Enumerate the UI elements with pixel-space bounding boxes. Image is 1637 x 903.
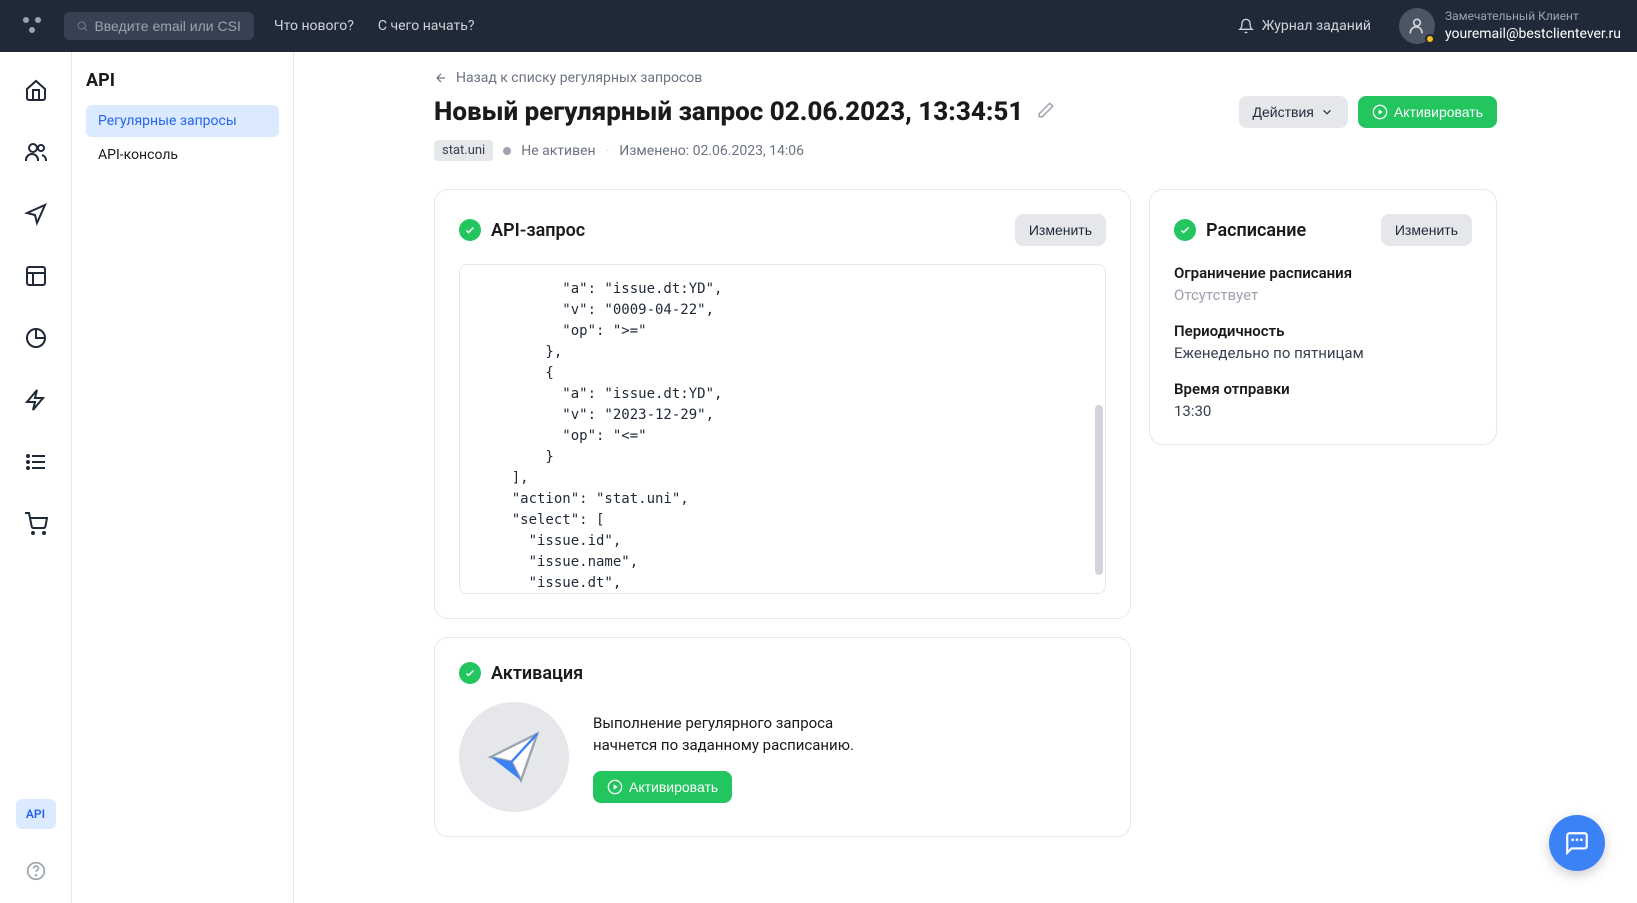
action-tag: stat.uni <box>434 140 493 161</box>
check-icon <box>459 662 481 684</box>
home-icon <box>24 78 48 102</box>
sidebar-title: API <box>86 70 279 91</box>
edit-api-button[interactable]: Изменить <box>1015 214 1106 246</box>
activate-card-label: Активировать <box>629 779 718 795</box>
chat-icon <box>1564 830 1590 856</box>
sidebar-item-regular-requests[interactable]: Регулярные запросы <box>86 105 279 137</box>
sidebar: API Регулярные запросы API-консоль <box>72 52 294 903</box>
search-input[interactable] <box>94 18 242 34</box>
nav-home[interactable] <box>16 70 56 110</box>
check-icon <box>459 219 481 241</box>
top-bar: Что нового? С чего начать? Журнал задани… <box>0 0 1637 52</box>
edit-title-button[interactable] <box>1037 101 1055 123</box>
activation-card-title: Активация <box>491 663 583 684</box>
paper-plane-icon <box>486 729 542 785</box>
schedule-card: Расписание Изменить Ограничение расписан… <box>1149 189 1497 445</box>
nav-layout[interactable] <box>16 256 56 296</box>
user-icon <box>1407 16 1427 36</box>
status-dot <box>503 147 511 155</box>
nav-send[interactable] <box>16 194 56 234</box>
play-circle-icon <box>607 779 623 795</box>
nav-bolt[interactable] <box>16 380 56 420</box>
list-icon <box>24 450 48 474</box>
status-text: Не активен <box>521 143 595 159</box>
schedule-limit-value: Отсутствует <box>1174 286 1472 304</box>
schedule-card-title: Расписание <box>1206 220 1306 241</box>
chevron-down-icon <box>1320 105 1334 119</box>
user-email: youremail@bestclientever.ru <box>1445 25 1621 43</box>
activate-label: Активировать <box>1394 104 1483 120</box>
task-journal-link[interactable]: Журнал заданий <box>1238 18 1371 34</box>
actions-label: Действия <box>1253 104 1314 120</box>
nav-cart[interactable] <box>16 504 56 544</box>
edit-schedule-button[interactable]: Изменить <box>1381 214 1472 246</box>
back-label: Назад к списку регулярных запросов <box>456 70 702 86</box>
pencil-icon <box>1037 101 1055 119</box>
bell-icon <box>1238 18 1254 34</box>
sidebar-item-api-console[interactable]: API-консоль <box>86 139 279 171</box>
modified-text: Изменено: 02.06.2023, 14:06 <box>619 143 804 159</box>
scrollbar[interactable] <box>1095 405 1103 575</box>
schedule-limit-label: Ограничение расписания <box>1174 264 1472 282</box>
check-icon <box>1174 219 1196 241</box>
play-circle-icon <box>1372 104 1388 120</box>
whats-new-link[interactable]: Что нового? <box>274 18 354 34</box>
user-menu[interactable]: Замечательный Клиент youremail@bestclien… <box>1399 8 1621 44</box>
activate-button-top[interactable]: Активировать <box>1358 96 1497 128</box>
code-viewer[interactable]: "a": "issue.dt:YD", "v": "0009-04-22", "… <box>459 264 1106 594</box>
users-icon <box>24 140 48 164</box>
activation-card: Активация Выполнение регулярного запроса… <box>434 637 1131 837</box>
activate-button-card[interactable]: Активировать <box>593 771 732 803</box>
app-logo[interactable] <box>16 10 48 42</box>
search-box[interactable] <box>64 12 254 40</box>
getting-started-link[interactable]: С чего начать? <box>378 18 475 34</box>
back-link[interactable]: Назад к списку регулярных запросов <box>434 70 1497 86</box>
page-title: Новый регулярный запрос 02.06.2023, 13:3… <box>434 97 1023 127</box>
code-content: "a": "issue.dt:YD", "v": "0009-04-22", "… <box>478 281 722 594</box>
cart-icon <box>24 512 48 536</box>
layout-icon <box>24 264 48 288</box>
meta-row: stat.uni Не активен · Изменено: 02.06.20… <box>434 140 1497 161</box>
left-rail: API <box>0 52 72 903</box>
send-icon <box>24 202 48 226</box>
arrow-left-icon <box>434 71 448 85</box>
schedule-time-value: 13:30 <box>1174 402 1472 420</box>
nav-list[interactable] <box>16 442 56 482</box>
schedule-time-label: Время отправки <box>1174 380 1472 398</box>
avatar <box>1399 8 1435 44</box>
main-content: Назад к списку регулярных запросов Новый… <box>294 52 1637 903</box>
plane-illustration <box>459 702 569 812</box>
activation-description: Выполнение регулярного запроса начнется … <box>593 712 893 757</box>
journal-label: Журнал заданий <box>1262 18 1371 34</box>
pie-chart-icon <box>24 326 48 350</box>
schedule-freq-label: Периодичность <box>1174 322 1472 340</box>
nav-api[interactable]: API <box>16 799 56 829</box>
user-name: Замечательный Клиент <box>1445 9 1621 25</box>
bolt-icon <box>24 388 48 412</box>
nav-users[interactable] <box>16 132 56 172</box>
help-icon <box>26 861 46 881</box>
actions-dropdown[interactable]: Действия <box>1239 96 1348 128</box>
api-card-title: API-запрос <box>491 220 585 241</box>
chat-button[interactable] <box>1549 815 1605 871</box>
nav-chart[interactable] <box>16 318 56 358</box>
nav-help[interactable] <box>16 851 56 891</box>
schedule-freq-value: Еженедельно по пятницам <box>1174 344 1472 362</box>
api-request-card: API-запрос Изменить "a": "issue.dt:YD", … <box>434 189 1131 619</box>
